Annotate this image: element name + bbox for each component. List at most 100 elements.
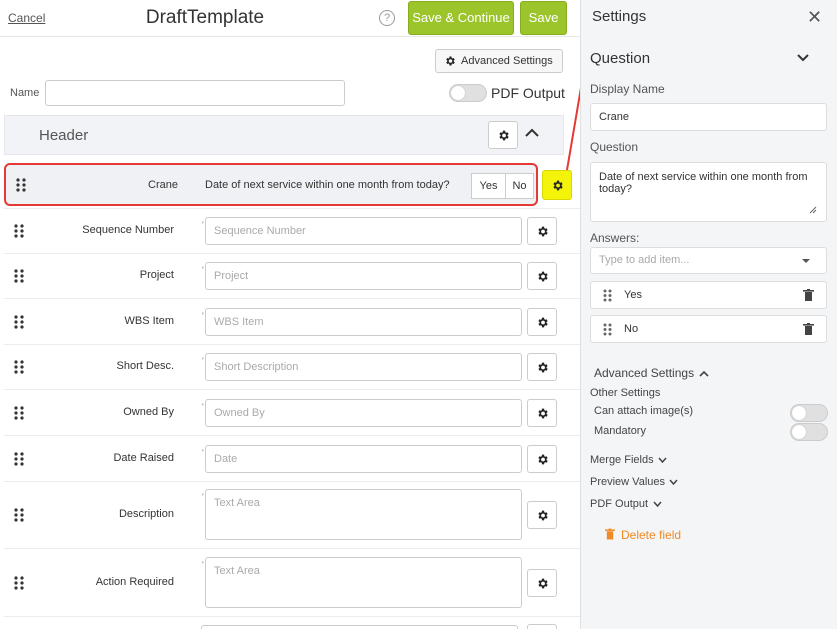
text-input-field[interactable]: Project — [205, 262, 522, 290]
question-textarea[interactable]: Date of next service within one month fr… — [590, 162, 827, 222]
field-label: Date Raised — [113, 452, 174, 464]
gear-icon — [446, 56, 455, 66]
mandatory-toggle[interactable] — [790, 423, 828, 441]
pdf-output-toggle[interactable] — [449, 84, 487, 102]
page-title: DraftTemplate — [145, 7, 265, 28]
merge-fields-toggle[interactable]: Merge Fields — [590, 450, 667, 468]
mandatory-label: Mandatory — [594, 425, 646, 437]
trash-icon[interactable] — [803, 323, 814, 335]
text-area-field[interactable]: Text Area — [205, 557, 522, 608]
field-settings-button[interactable] — [527, 308, 557, 336]
field-settings-button[interactable] — [527, 353, 557, 381]
row-divider — [4, 616, 580, 617]
pdf-output-label: PDF Output — [491, 85, 565, 101]
settings-title: Settings — [592, 8, 647, 25]
advanced-settings-button[interactable]: Advanced Settings — [435, 49, 563, 73]
question-section-title: Question — [590, 50, 651, 67]
row-divider — [4, 298, 580, 299]
chevron-down-icon — [652, 501, 662, 508]
advanced-settings-toggle[interactable]: Advanced Settings — [594, 364, 709, 382]
row-divider — [4, 344, 580, 345]
field-label: Sequence Number — [82, 224, 174, 236]
pdf-output-section-toggle[interactable]: PDF Output — [590, 494, 662, 512]
close-icon[interactable]: ✕ — [807, 7, 822, 28]
text-area-field[interactable]: Text Area — [205, 489, 522, 540]
gear-icon — [538, 226, 548, 237]
name-input[interactable] — [45, 80, 345, 106]
chevron-down-icon[interactable] — [797, 54, 809, 62]
answer-add-input[interactable]: Type to add item... — [590, 247, 827, 274]
section-settings-button[interactable] — [488, 121, 518, 149]
row-divider — [4, 435, 580, 436]
field-settings-button[interactable] — [527, 624, 557, 629]
help-icon[interactable]: ? — [379, 10, 395, 26]
field-label: Description — [118, 507, 174, 520]
delete-field-button[interactable]: Delete field — [605, 528, 681, 542]
display-name-input[interactable]: Crane — [590, 103, 827, 131]
field-settings-button[interactable] — [527, 399, 557, 427]
field-settings-button[interactable] — [527, 568, 557, 597]
delete-field-label: Delete field — [621, 528, 682, 542]
resize-handle-icon[interactable] — [809, 206, 817, 214]
advanced-settings-label: Advanced Settings — [594, 366, 695, 380]
field-settings-button[interactable] — [527, 262, 557, 290]
text-input-field[interactable]: Date — [205, 445, 522, 473]
drag-handle-icon[interactable] — [14, 575, 24, 590]
other-settings-label: Other Settings — [590, 387, 661, 399]
answer-yes-button[interactable]: Yes — [471, 173, 506, 199]
gear-icon — [538, 454, 548, 465]
text-input-field[interactable]: Owned By — [205, 399, 522, 427]
name-label: Name — [10, 87, 40, 99]
field-settings-button[interactable] — [527, 445, 557, 473]
field-settings-button[interactable] — [527, 217, 557, 245]
template-editor: Cancel DraftTemplate ? Save & Continue S… — [0, 0, 580, 629]
row-divider — [4, 253, 580, 254]
can-attach-toggle[interactable] — [790, 404, 828, 422]
field-label: Owned By — [123, 406, 174, 418]
drag-handle-icon[interactable] — [16, 178, 26, 192]
row-divider — [4, 548, 580, 549]
drag-handle-icon[interactable] — [14, 507, 24, 522]
preview-values-toggle[interactable]: Preview Values — [590, 472, 679, 490]
field-marker: ' — [202, 402, 204, 412]
field-marker: ' — [202, 356, 204, 366]
trash-icon[interactable] — [803, 289, 814, 301]
gear-icon — [538, 317, 548, 328]
field-marker: ' — [202, 265, 204, 275]
text-input-field[interactable]: WBS Item — [205, 308, 522, 336]
pdf-output-section-label: PDF Output — [590, 498, 649, 510]
chevron-down-icon — [669, 479, 679, 486]
drag-handle-icon[interactable] — [603, 289, 612, 302]
row-divider — [4, 208, 580, 209]
gear-icon — [538, 271, 548, 282]
field-marker: ' — [202, 311, 204, 321]
answer-text: Yes — [624, 289, 642, 301]
header-section: Header — [4, 115, 564, 155]
answer-no-button[interactable]: No — [505, 173, 534, 199]
field-marker: ' — [202, 492, 204, 502]
gear-icon — [538, 362, 548, 373]
field-settings-button[interactable] — [527, 500, 557, 529]
top-bar: Cancel DraftTemplate ? Save & Continue S… — [0, 0, 580, 37]
drag-handle-icon[interactable] — [14, 406, 24, 420]
answers-label: Answers: — [590, 231, 640, 245]
text-input-field[interactable]: Sequence Number — [205, 217, 522, 245]
selected-field-row[interactable]: Crane Date of next service within one mo… — [4, 163, 538, 206]
answer-text: No — [624, 323, 639, 335]
text-input-field[interactable] — [201, 625, 518, 629]
save-continue-button[interactable]: Save & Continue — [408, 1, 514, 35]
drag-handle-icon[interactable] — [14, 360, 24, 374]
text-input-field[interactable]: Short Description — [205, 353, 522, 381]
chevron-down-icon — [658, 457, 667, 464]
row-divider — [4, 481, 580, 482]
drag-handle-icon[interactable] — [14, 452, 24, 466]
drag-handle-icon[interactable] — [14, 315, 24, 329]
chevron-up-icon[interactable] — [525, 128, 539, 138]
drag-handle-icon[interactable] — [14, 269, 24, 283]
field-label: WBS Item — [124, 315, 174, 327]
drag-handle-icon[interactable] — [603, 323, 612, 336]
drag-handle-icon[interactable] — [14, 224, 24, 238]
answer-item[interactable]: Yes — [590, 281, 827, 309]
answer-item[interactable]: No — [590, 315, 827, 343]
caret-down-icon[interactable] — [801, 258, 811, 264]
